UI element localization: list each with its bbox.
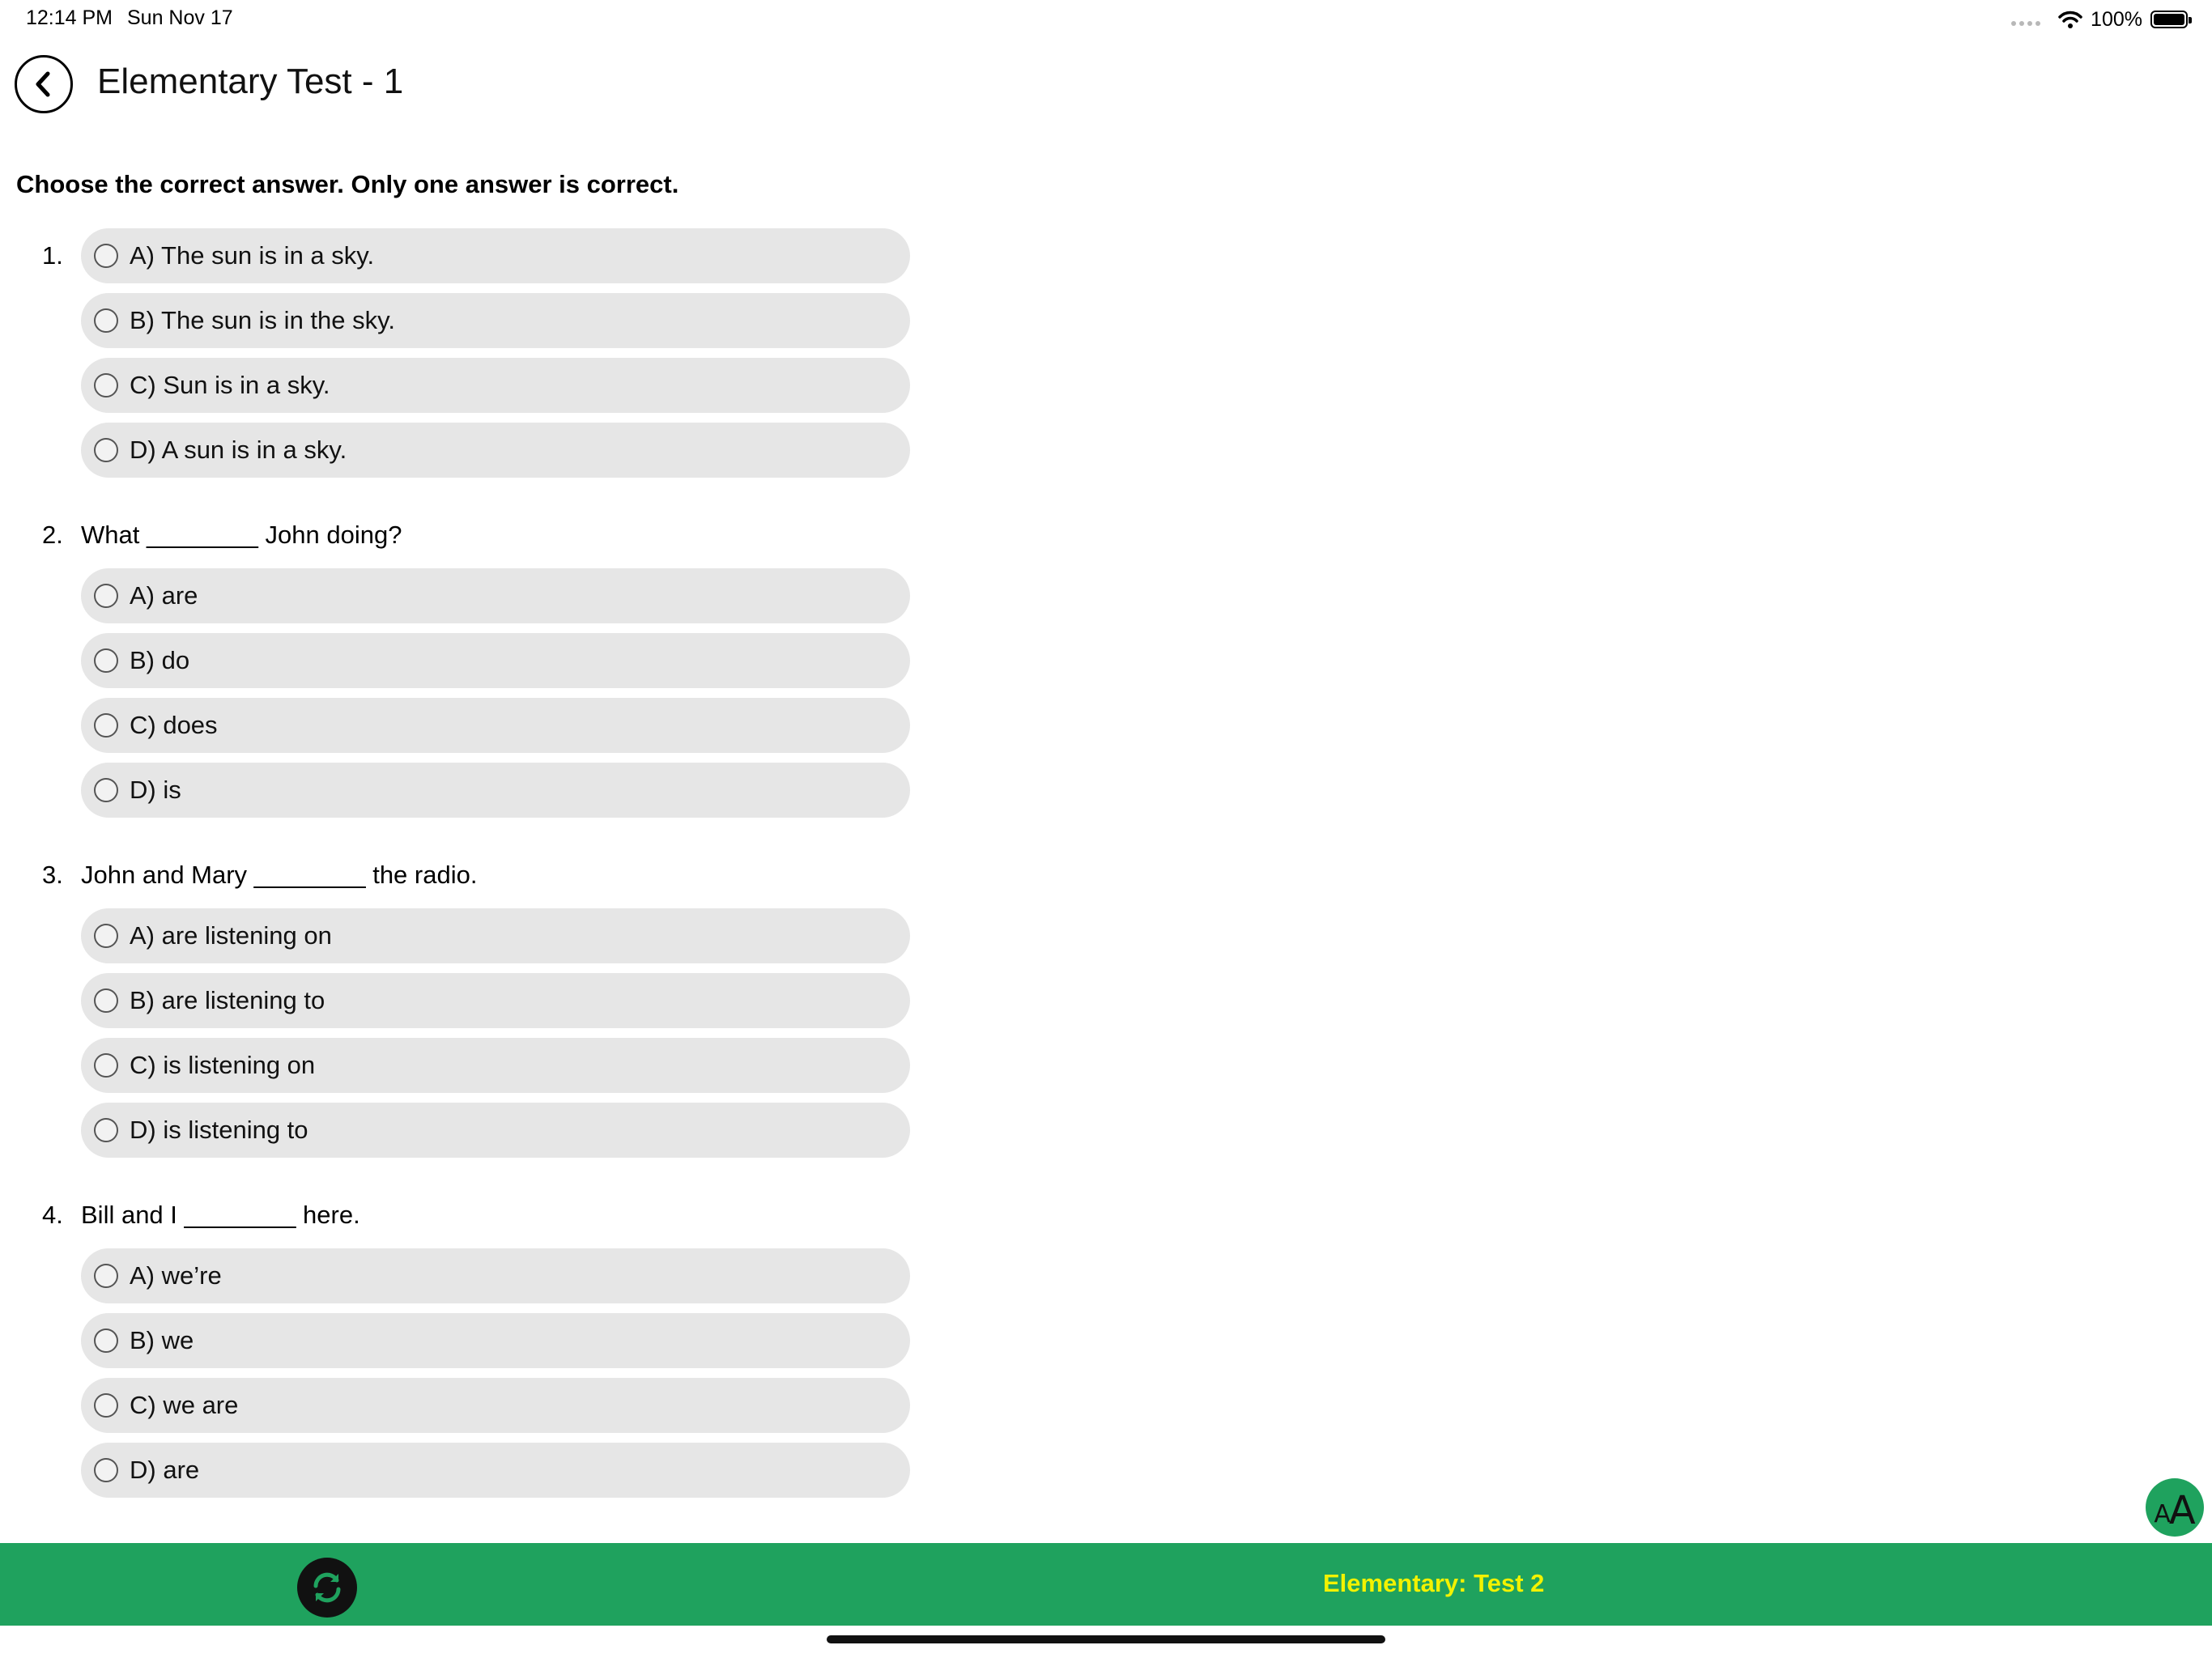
- text-size-button[interactable]: AA: [2146, 1478, 2204, 1537]
- answer-option[interactable]: A) are: [81, 568, 910, 623]
- radio-button[interactable]: [94, 1458, 118, 1482]
- instructions-text: Choose the correct answer. Only one answ…: [16, 170, 679, 198]
- answer-option[interactable]: A) The sun is in a sky.: [81, 228, 910, 283]
- status-indicators: 100%: [2011, 6, 2192, 32]
- option-label: B) we: [130, 1326, 194, 1354]
- question-text: What ________ John doing?: [81, 521, 402, 549]
- option-label: C) we are: [130, 1391, 239, 1419]
- option-label: C) is listening on: [130, 1051, 316, 1079]
- page-title: Elementary Test - 1: [97, 62, 404, 101]
- answer-option[interactable]: D) A sun is in a sky.: [81, 423, 910, 478]
- radio-button[interactable]: [94, 988, 118, 1013]
- answer-option[interactable]: D) is: [81, 763, 910, 818]
- answer-option[interactable]: D) is listening to: [81, 1103, 910, 1158]
- answer-option[interactable]: B) do: [81, 633, 910, 688]
- option-label: B) are listening to: [130, 986, 325, 1014]
- signal-dots-icon: [2011, 21, 2041, 26]
- next-test-link[interactable]: Elementary: Test 2: [1323, 1569, 1544, 1598]
- question-number: 2.: [42, 521, 63, 549]
- answer-option[interactable]: C) Sun is in a sky.: [81, 358, 910, 413]
- text-size-small-letter: A: [2154, 1500, 2171, 1528]
- option-label: B) do: [130, 646, 190, 674]
- text-size-large-letter: A: [2168, 1488, 2196, 1533]
- refresh-icon: [313, 1572, 341, 1603]
- radio-button[interactable]: [94, 1118, 118, 1142]
- answer-option[interactable]: A) are listening on: [81, 908, 910, 963]
- radio-button[interactable]: [94, 308, 118, 333]
- nav-header: Elementary Test - 1: [0, 49, 2212, 121]
- bottom-bar: Elementary: Test 2: [0, 1543, 2212, 1626]
- question-number: 1.: [42, 241, 63, 270]
- radio-button[interactable]: [94, 1053, 118, 1078]
- question-number: 3.: [42, 861, 63, 889]
- radio-button[interactable]: [94, 1264, 118, 1288]
- option-label: A) The sun is in a sky.: [130, 241, 375, 270]
- radio-button[interactable]: [94, 1329, 118, 1353]
- refresh-button[interactable]: [297, 1558, 357, 1618]
- radio-button[interactable]: [94, 1393, 118, 1418]
- back-button[interactable]: [15, 55, 73, 113]
- option-label: B) The sun is in the sky.: [130, 306, 395, 334]
- wifi-icon: [2058, 11, 2082, 28]
- question-number: 4.: [42, 1201, 63, 1229]
- status-date: Sun Nov 17: [127, 6, 233, 29]
- option-label: D) are: [130, 1456, 200, 1484]
- option-label: A) we’re: [130, 1261, 222, 1290]
- status-time: 12:14 PM: [26, 6, 113, 29]
- radio-button[interactable]: [94, 584, 118, 608]
- radio-button[interactable]: [94, 648, 118, 673]
- option-label: A) are: [130, 581, 198, 610]
- answer-option[interactable]: B) The sun is in the sky.: [81, 293, 910, 348]
- question-text: Bill and I ________ here.: [81, 1201, 360, 1229]
- radio-button[interactable]: [94, 924, 118, 948]
- answer-option[interactable]: B) are listening to: [81, 973, 910, 1028]
- option-label: D) is: [130, 776, 181, 804]
- battery-percent: 100%: [2091, 7, 2142, 31]
- answer-option[interactable]: A) we’re: [81, 1248, 910, 1303]
- question-text: John and Mary ________ the radio.: [81, 861, 478, 889]
- option-label: C) does: [130, 711, 218, 739]
- radio-button[interactable]: [94, 373, 118, 397]
- option-label: C) Sun is in a sky.: [130, 371, 330, 399]
- battery-icon: [2150, 11, 2192, 28]
- radio-button[interactable]: [94, 778, 118, 802]
- answer-option[interactable]: C) is listening on: [81, 1038, 910, 1093]
- option-label: D) A sun is in a sky.: [130, 436, 347, 464]
- chevron-left-icon: [36, 71, 50, 97]
- answer-option[interactable]: C) we are: [81, 1378, 910, 1433]
- option-label: A) are listening on: [130, 921, 332, 950]
- answer-option[interactable]: C) does: [81, 698, 910, 753]
- answer-option[interactable]: D) are: [81, 1443, 910, 1498]
- radio-button[interactable]: [94, 713, 118, 738]
- answer-option[interactable]: B) we: [81, 1313, 910, 1368]
- radio-button[interactable]: [94, 244, 118, 268]
- status-bar: 12:14 PM Sun Nov 17 100%: [0, 0, 2212, 39]
- radio-button[interactable]: [94, 438, 118, 462]
- option-label: D) is listening to: [130, 1116, 308, 1144]
- home-indicator[interactable]: [827, 1635, 1385, 1643]
